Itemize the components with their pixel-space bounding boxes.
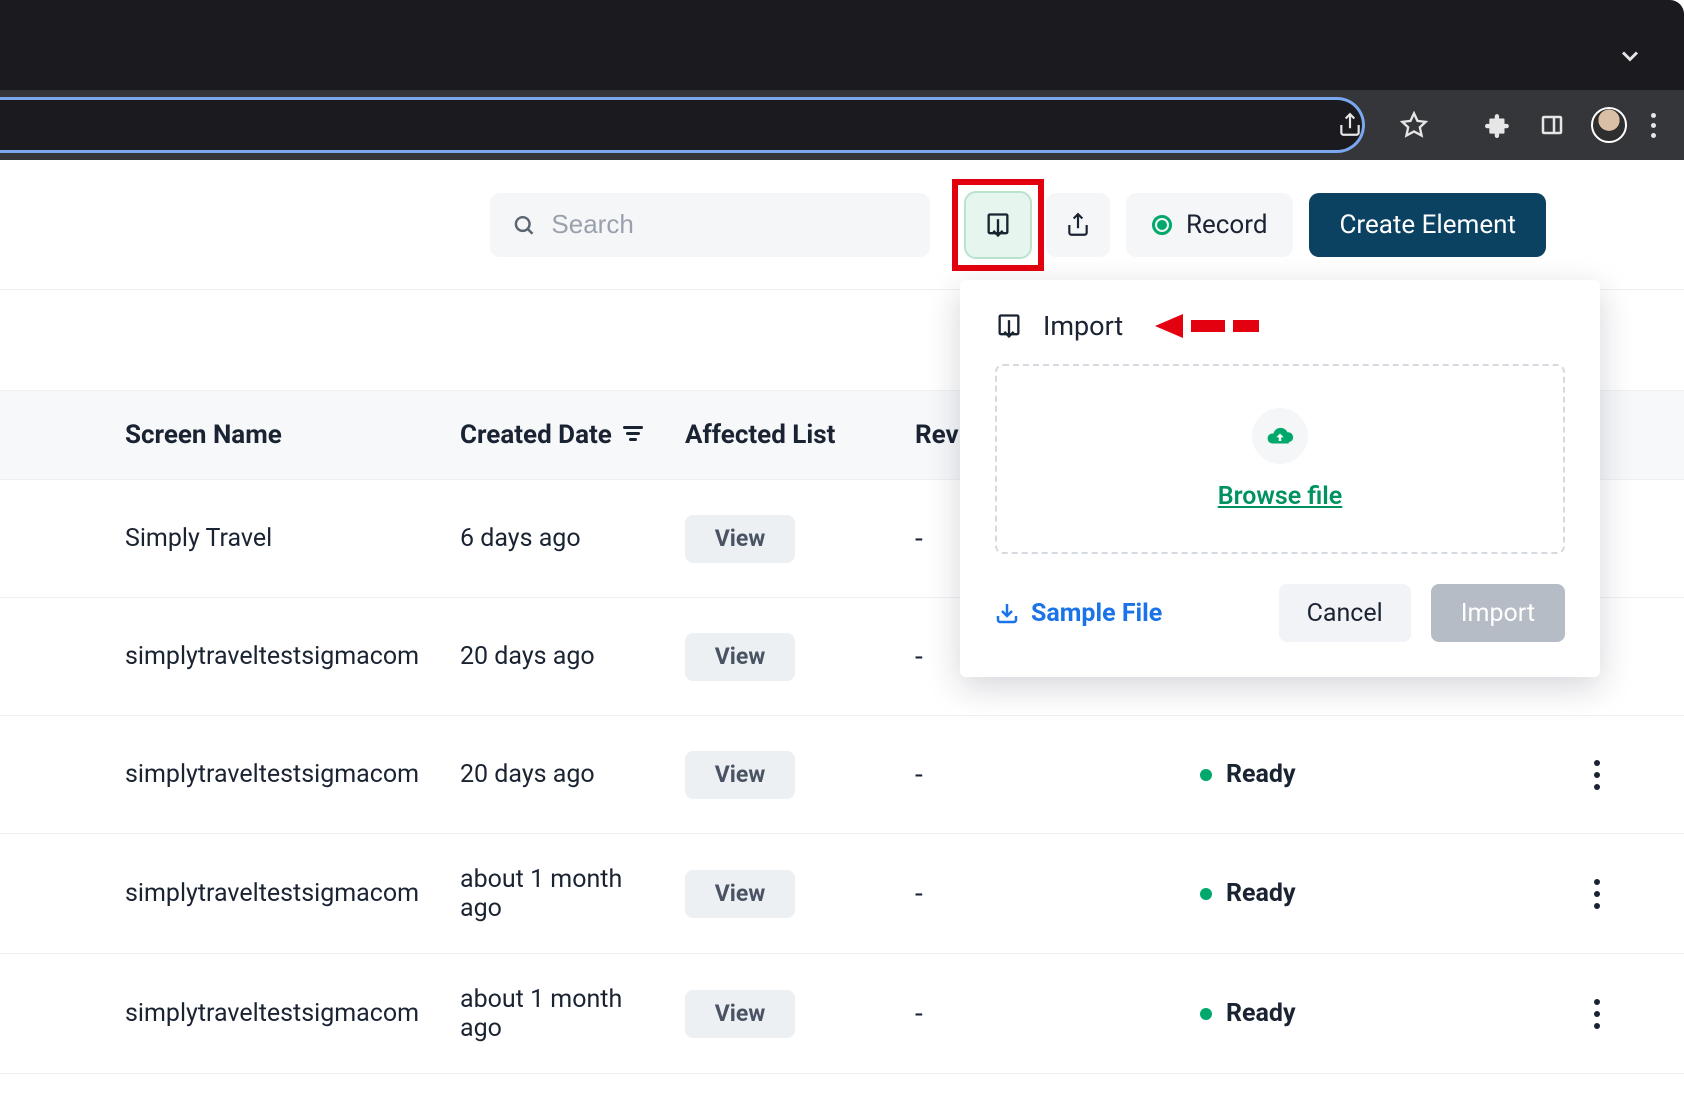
cell-screen-name: simplytraveltestsigmacom [125, 999, 460, 1028]
view-button[interactable]: View [685, 633, 795, 681]
search-input[interactable] [551, 209, 908, 240]
status-label: Ready [1226, 760, 1296, 789]
import-button[interactable] [966, 193, 1030, 257]
view-button[interactable]: View [685, 870, 795, 918]
search-box[interactable] [490, 193, 930, 257]
cell-screen-name: simplytraveltestsigmacom [125, 879, 460, 908]
cell-created-date: about 1 month ago [460, 985, 685, 1043]
status-dot-icon [1200, 888, 1212, 900]
col-created-date-label: Created Date [460, 420, 612, 450]
browser-tabstrip [0, 0, 1684, 90]
create-element-button[interactable]: Create Element [1309, 193, 1546, 257]
cancel-button[interactable]: Cancel [1279, 584, 1411, 642]
app-toolbar: Record Create Element [0, 160, 1684, 290]
chrome-menu-icon[interactable] [1651, 113, 1656, 138]
status-label: Ready [1226, 879, 1296, 908]
status-dot-icon [1200, 769, 1212, 781]
col-affected-list[interactable]: Affected List [685, 420, 915, 450]
view-button[interactable]: View [685, 751, 795, 799]
cell-reviewed-by: - [915, 758, 1200, 791]
col-created-date[interactable]: Created Date [460, 420, 685, 450]
row-menu-button[interactable] [1594, 879, 1600, 909]
cell-created-date: 6 days ago [460, 524, 685, 553]
record-button[interactable]: Record [1126, 193, 1293, 257]
import-icon [984, 211, 1012, 239]
address-bar[interactable] [0, 97, 1365, 153]
cell-created-date: 20 days ago [460, 642, 685, 671]
extensions-icon[interactable] [1483, 110, 1513, 140]
share-icon[interactable] [1335, 110, 1365, 140]
popover-footer: Sample File Cancel Import [995, 584, 1565, 642]
download-icon [995, 601, 1019, 625]
create-element-label: Create Element [1339, 210, 1516, 240]
table-row[interactable]: simplytraveltestsigmacom 20 days ago Vie… [0, 716, 1684, 834]
record-icon [1152, 215, 1172, 235]
cell-created-date: 20 days ago [460, 760, 685, 789]
cell-status: Ready [1200, 999, 1490, 1028]
status-dot-icon [1200, 1008, 1212, 1020]
table-row[interactable]: simplytraveltestsigmacom about 1 month a… [0, 834, 1684, 954]
view-button[interactable]: View [685, 515, 795, 563]
row-menu-button[interactable] [1594, 760, 1600, 790]
cell-screen-name: simplytraveltestsigmacom [125, 642, 460, 671]
browser-toolbar [0, 90, 1684, 160]
row-menu-button[interactable] [1594, 999, 1600, 1029]
sample-file-link[interactable]: Sample File [995, 599, 1162, 628]
popover-title: Import [1043, 310, 1123, 342]
cell-reviewed-by: - [915, 997, 1200, 1030]
sidepanel-icon[interactable] [1537, 110, 1567, 140]
import-popover: Import Browse file Sample File Cancel Im… [960, 280, 1600, 677]
tab-overflow-icon[interactable] [1616, 42, 1644, 74]
status-label: Ready [1226, 999, 1296, 1028]
record-label: Record [1186, 210, 1267, 240]
search-icon [512, 212, 535, 238]
bookmark-star-icon[interactable] [1399, 110, 1429, 140]
file-dropzone[interactable]: Browse file [995, 364, 1565, 554]
import-icon [995, 312, 1023, 340]
cell-status: Ready [1200, 879, 1490, 908]
cell-created-date: about 1 month ago [460, 865, 685, 923]
cell-reviewed-by: - [915, 877, 1200, 910]
export-button[interactable] [1046, 193, 1110, 257]
profile-avatar[interactable] [1591, 107, 1627, 143]
annotation-arrow [1155, 314, 1259, 338]
sample-file-label: Sample File [1031, 599, 1162, 628]
upload-cloud-icon [1252, 408, 1308, 464]
table-row[interactable]: simplytraveltestsigmacom about 1 month a… [0, 954, 1684, 1074]
view-button[interactable]: View [685, 990, 795, 1038]
col-screen-name[interactable]: Screen Name [125, 420, 460, 450]
popover-header: Import [995, 310, 1565, 342]
cell-screen-name: Simply Travel [125, 524, 460, 553]
cell-screen-name: simplytraveltestsigmacom [125, 760, 460, 789]
import-confirm-button[interactable]: Import [1431, 584, 1565, 642]
export-icon [1065, 212, 1091, 238]
cell-status: Ready [1200, 760, 1490, 789]
browse-file-link[interactable]: Browse file [1218, 482, 1343, 511]
filter-icon[interactable] [622, 426, 644, 444]
